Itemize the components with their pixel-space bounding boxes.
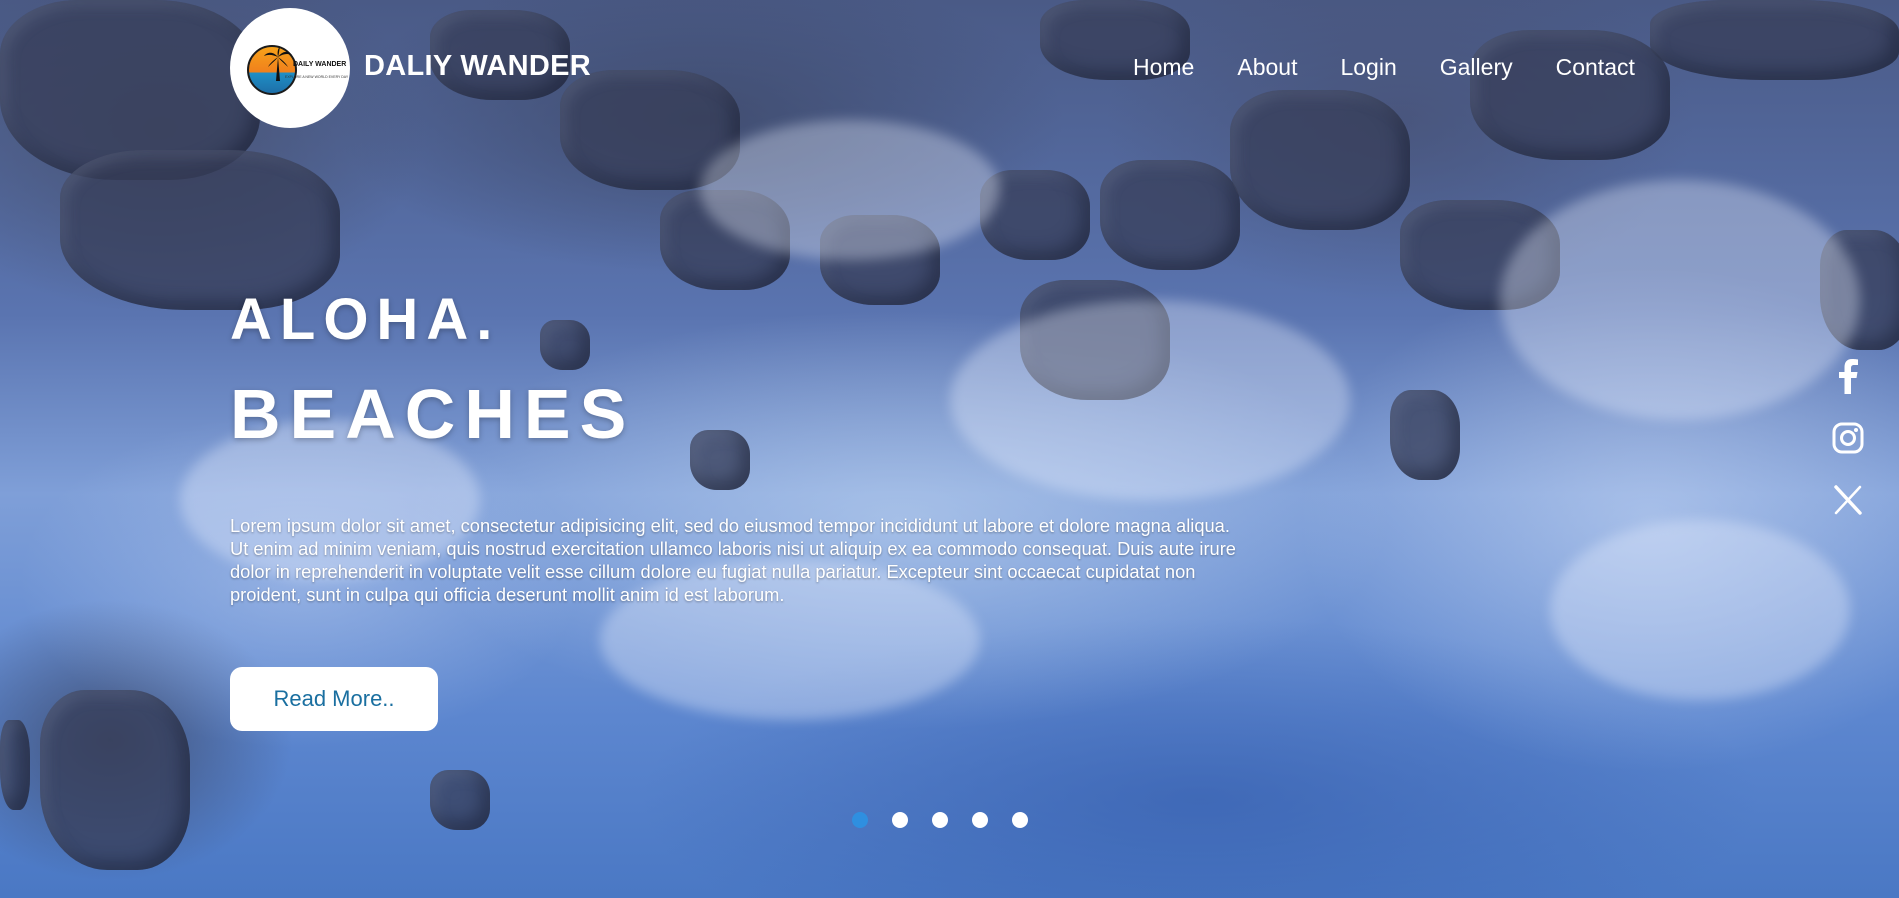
brand-name[interactable]: DALIY WANDER xyxy=(364,50,591,83)
nav-home[interactable]: Home xyxy=(1133,54,1194,81)
slider-dot-4[interactable] xyxy=(972,812,988,828)
logo[interactable]: DAILY WANDER EXPLORE A NEW WORLD EVERY D… xyxy=(230,8,350,128)
slider-dots xyxy=(852,812,1028,828)
nav-login[interactable]: Login xyxy=(1340,54,1396,81)
logo-text: DAILY WANDER xyxy=(293,61,347,68)
logo-tagline: EXPLORE A NEW WORLD EVERY DAY xyxy=(285,75,349,79)
nav-about[interactable]: About xyxy=(1237,54,1297,81)
social-links xyxy=(1828,358,1868,518)
hero-section: DAILY WANDER EXPLORE A NEW WORLD EVERY D… xyxy=(0,0,1899,898)
slider-dot-5[interactable] xyxy=(1012,812,1028,828)
facebook-icon[interactable] xyxy=(1830,358,1866,394)
main-nav: Home About Login Gallery Contact xyxy=(1133,54,1678,81)
hero-description: Lorem ipsum dolor sit amet, consectetur … xyxy=(230,515,1236,605)
slider-dot-1[interactable] xyxy=(852,812,868,828)
x-twitter-icon[interactable] xyxy=(1830,482,1866,518)
read-more-button[interactable]: Read More.. xyxy=(230,667,438,731)
hero-title-line2: BEACHES xyxy=(230,375,636,453)
slider-dot-2[interactable] xyxy=(892,812,908,828)
nav-gallery[interactable]: Gallery xyxy=(1440,54,1513,81)
slider-dot-3[interactable] xyxy=(932,812,948,828)
nav-contact[interactable]: Contact xyxy=(1556,54,1635,81)
hero-title-line1: ALOHA. xyxy=(230,287,501,352)
instagram-icon[interactable] xyxy=(1830,420,1866,456)
palm-tree-icon xyxy=(263,47,293,87)
